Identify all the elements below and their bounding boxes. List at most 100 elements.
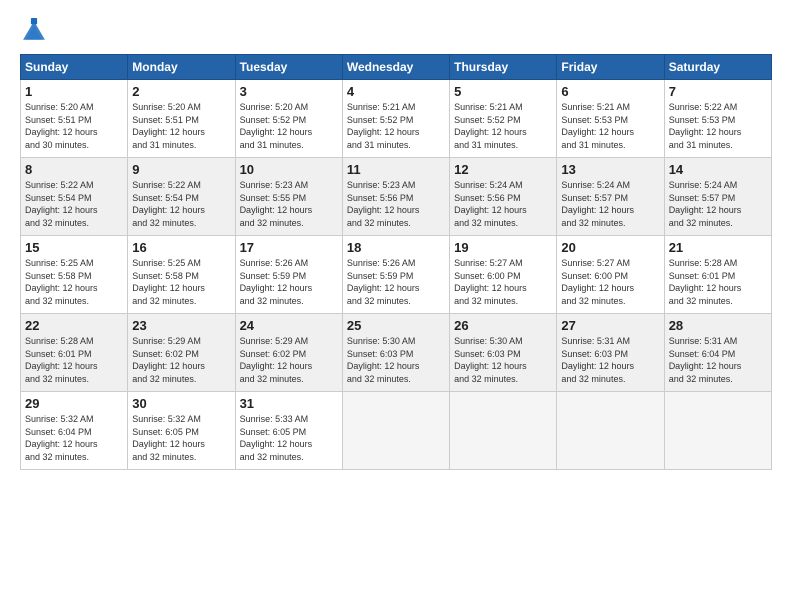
calendar-cell: 24 Sunrise: 5:29 AM Sunset: 6:02 PM Dayli… bbox=[235, 314, 342, 392]
day-info: Sunrise: 5:27 AM Sunset: 6:00 PM Dayligh… bbox=[561, 257, 659, 307]
day-number: 22 bbox=[25, 318, 123, 333]
day-number: 11 bbox=[347, 162, 445, 177]
calendar-cell: 7Sunrise: 5:22 AM Sunset: 5:53 PM Daylig… bbox=[664, 80, 771, 158]
calendar-cell bbox=[557, 392, 664, 470]
day-info: Sunrise: 5:28 AM Sunset: 6:01 PM Dayligh… bbox=[25, 335, 123, 385]
calendar-cell: 1Sunrise: 5:20 AM Sunset: 5:51 PM Daylig… bbox=[21, 80, 128, 158]
day-info: Sunrise: 5:29 AM Sunset: 6:02 PM Dayligh… bbox=[132, 335, 230, 385]
day-info: Sunrise: 5:31 AM Sunset: 6:04 PM Dayligh… bbox=[669, 335, 767, 385]
week-row-5: 29 Sunrise: 5:32 AM Sunset: 6:04 PM Dayli… bbox=[21, 392, 772, 470]
day-info: Sunrise: 5:20 AM Sunset: 5:51 PM Dayligh… bbox=[132, 101, 230, 151]
day-number: 12 bbox=[454, 162, 552, 177]
day-info: Sunrise: 5:24 AM Sunset: 5:57 PM Dayligh… bbox=[561, 179, 659, 229]
calendar-cell: 10Sunrise: 5:23 AM Sunset: 5:55 PM Dayli… bbox=[235, 158, 342, 236]
header bbox=[20, 18, 772, 46]
calendar-cell bbox=[450, 392, 557, 470]
day-number: 15 bbox=[25, 240, 123, 255]
calendar-cell: 9 Sunrise: 5:22 AM Sunset: 5:54 PM Daylig… bbox=[128, 158, 235, 236]
day-info: Sunrise: 5:24 AM Sunset: 5:57 PM Dayligh… bbox=[669, 179, 767, 229]
week-row-3: 15 Sunrise: 5:25 AM Sunset: 5:58 PM Dayli… bbox=[21, 236, 772, 314]
day-number: 24 bbox=[240, 318, 338, 333]
logo bbox=[20, 18, 52, 46]
day-info: Sunrise: 5:20 AM Sunset: 5:52 PM Dayligh… bbox=[240, 101, 338, 151]
day-info: Sunrise: 5:30 AM Sunset: 6:03 PM Dayligh… bbox=[454, 335, 552, 385]
day-number: 10 bbox=[240, 162, 338, 177]
day-number: 13 bbox=[561, 162, 659, 177]
day-number: 17 bbox=[240, 240, 338, 255]
calendar-cell: 16Sunrise: 5:25 AM Sunset: 5:58 PM Dayli… bbox=[128, 236, 235, 314]
page: SundayMondayTuesdayWednesdayThursdayFrid… bbox=[0, 0, 792, 612]
calendar-cell: 23 Sunrise: 5:29 AM Sunset: 6:02 PM Dayli… bbox=[128, 314, 235, 392]
calendar-cell: 12 Sunrise: 5:24 AM Sunset: 5:56 PM Dayli… bbox=[450, 158, 557, 236]
day-number: 28 bbox=[669, 318, 767, 333]
week-row-1: 1Sunrise: 5:20 AM Sunset: 5:51 PM Daylig… bbox=[21, 80, 772, 158]
calendar-cell: 17 Sunrise: 5:26 AM Sunset: 5:59 PM Dayli… bbox=[235, 236, 342, 314]
day-number: 23 bbox=[132, 318, 230, 333]
calendar-cell: 6Sunrise: 5:21 AM Sunset: 5:53 PM Daylig… bbox=[557, 80, 664, 158]
calendar-cell: 29 Sunrise: 5:32 AM Sunset: 6:04 PM Dayli… bbox=[21, 392, 128, 470]
calendar-cell: 27 Sunrise: 5:31 AM Sunset: 6:03 PM Dayli… bbox=[557, 314, 664, 392]
day-header-tuesday: Tuesday bbox=[235, 55, 342, 80]
day-info: Sunrise: 5:21 AM Sunset: 5:52 PM Dayligh… bbox=[347, 101, 445, 151]
day-number: 21 bbox=[669, 240, 767, 255]
day-info: Sunrise: 5:22 AM Sunset: 5:54 PM Dayligh… bbox=[25, 179, 123, 229]
day-info: Sunrise: 5:21 AM Sunset: 5:52 PM Dayligh… bbox=[454, 101, 552, 151]
day-header-wednesday: Wednesday bbox=[342, 55, 449, 80]
week-row-4: 22 Sunrise: 5:28 AM Sunset: 6:01 PM Dayli… bbox=[21, 314, 772, 392]
calendar-cell: 28 Sunrise: 5:31 AM Sunset: 6:04 PM Dayli… bbox=[664, 314, 771, 392]
day-number: 19 bbox=[454, 240, 552, 255]
calendar-cell: 18Sunrise: 5:26 AM Sunset: 5:59 PM Dayli… bbox=[342, 236, 449, 314]
day-info: Sunrise: 5:23 AM Sunset: 5:56 PM Dayligh… bbox=[347, 179, 445, 229]
day-number: 20 bbox=[561, 240, 659, 255]
day-info: Sunrise: 5:32 AM Sunset: 6:05 PM Dayligh… bbox=[132, 413, 230, 463]
day-info: Sunrise: 5:29 AM Sunset: 6:02 PM Dayligh… bbox=[240, 335, 338, 385]
day-info: Sunrise: 5:22 AM Sunset: 5:54 PM Dayligh… bbox=[132, 179, 230, 229]
calendar-cell: 3 Sunrise: 5:20 AM Sunset: 5:52 PM Daylig… bbox=[235, 80, 342, 158]
calendar-cell: 11 Sunrise: 5:23 AM Sunset: 5:56 PM Dayli… bbox=[342, 158, 449, 236]
day-info: Sunrise: 5:24 AM Sunset: 5:56 PM Dayligh… bbox=[454, 179, 552, 229]
day-info: Sunrise: 5:28 AM Sunset: 6:01 PM Dayligh… bbox=[669, 257, 767, 307]
day-info: Sunrise: 5:32 AM Sunset: 6:04 PM Dayligh… bbox=[25, 413, 123, 463]
day-header-friday: Friday bbox=[557, 55, 664, 80]
day-number: 27 bbox=[561, 318, 659, 333]
day-number: 5 bbox=[454, 84, 552, 99]
day-info: Sunrise: 5:31 AM Sunset: 6:03 PM Dayligh… bbox=[561, 335, 659, 385]
day-number: 2 bbox=[132, 84, 230, 99]
calendar-cell: 8Sunrise: 5:22 AM Sunset: 5:54 PM Daylig… bbox=[21, 158, 128, 236]
day-number: 29 bbox=[25, 396, 123, 411]
day-info: Sunrise: 5:30 AM Sunset: 6:03 PM Dayligh… bbox=[347, 335, 445, 385]
day-number: 14 bbox=[669, 162, 767, 177]
calendar-cell: 14 Sunrise: 5:24 AM Sunset: 5:57 PM Dayli… bbox=[664, 158, 771, 236]
calendar-cell: 13 Sunrise: 5:24 AM Sunset: 5:57 PM Dayli… bbox=[557, 158, 664, 236]
week-row-2: 8Sunrise: 5:22 AM Sunset: 5:54 PM Daylig… bbox=[21, 158, 772, 236]
calendar-cell: 15 Sunrise: 5:25 AM Sunset: 5:58 PM Dayli… bbox=[21, 236, 128, 314]
logo-icon bbox=[20, 18, 48, 46]
calendar-cell: 22 Sunrise: 5:28 AM Sunset: 6:01 PM Dayli… bbox=[21, 314, 128, 392]
day-info: Sunrise: 5:26 AM Sunset: 5:59 PM Dayligh… bbox=[347, 257, 445, 307]
calendar-cell: 4 Sunrise: 5:21 AM Sunset: 5:52 PM Daylig… bbox=[342, 80, 449, 158]
day-number: 26 bbox=[454, 318, 552, 333]
day-header-monday: Monday bbox=[128, 55, 235, 80]
calendar-cell: 26 Sunrise: 5:30 AM Sunset: 6:03 PM Dayli… bbox=[450, 314, 557, 392]
day-info: Sunrise: 5:20 AM Sunset: 5:51 PM Dayligh… bbox=[25, 101, 123, 151]
calendar-cell: 5 Sunrise: 5:21 AM Sunset: 5:52 PM Daylig… bbox=[450, 80, 557, 158]
day-number: 31 bbox=[240, 396, 338, 411]
calendar-cell: 30Sunrise: 5:32 AM Sunset: 6:05 PM Dayli… bbox=[128, 392, 235, 470]
day-info: Sunrise: 5:25 AM Sunset: 5:58 PM Dayligh… bbox=[132, 257, 230, 307]
day-header-sunday: Sunday bbox=[21, 55, 128, 80]
calendar-cell: 25 Sunrise: 5:30 AM Sunset: 6:03 PM Dayli… bbox=[342, 314, 449, 392]
calendar-cell bbox=[664, 392, 771, 470]
day-info: Sunrise: 5:25 AM Sunset: 5:58 PM Dayligh… bbox=[25, 257, 123, 307]
day-info: Sunrise: 5:27 AM Sunset: 6:00 PM Dayligh… bbox=[454, 257, 552, 307]
day-info: Sunrise: 5:26 AM Sunset: 5:59 PM Dayligh… bbox=[240, 257, 338, 307]
calendar-cell bbox=[342, 392, 449, 470]
day-info: Sunrise: 5:21 AM Sunset: 5:53 PM Dayligh… bbox=[561, 101, 659, 151]
calendar-cell: 2 Sunrise: 5:20 AM Sunset: 5:51 PM Daylig… bbox=[128, 80, 235, 158]
day-info: Sunrise: 5:33 AM Sunset: 6:05 PM Dayligh… bbox=[240, 413, 338, 463]
calendar-cell: 31 Sunrise: 5:33 AM Sunset: 6:05 PM Dayli… bbox=[235, 392, 342, 470]
day-number: 3 bbox=[240, 84, 338, 99]
calendar-cell: 20 Sunrise: 5:27 AM Sunset: 6:00 PM Dayli… bbox=[557, 236, 664, 314]
day-number: 9 bbox=[132, 162, 230, 177]
day-number: 4 bbox=[347, 84, 445, 99]
day-number: 25 bbox=[347, 318, 445, 333]
